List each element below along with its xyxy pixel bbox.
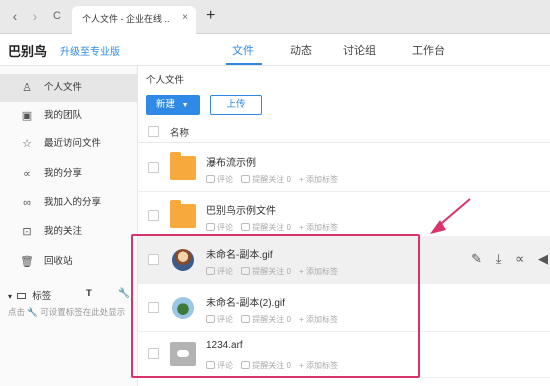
annotation-arrow [430, 198, 471, 234]
